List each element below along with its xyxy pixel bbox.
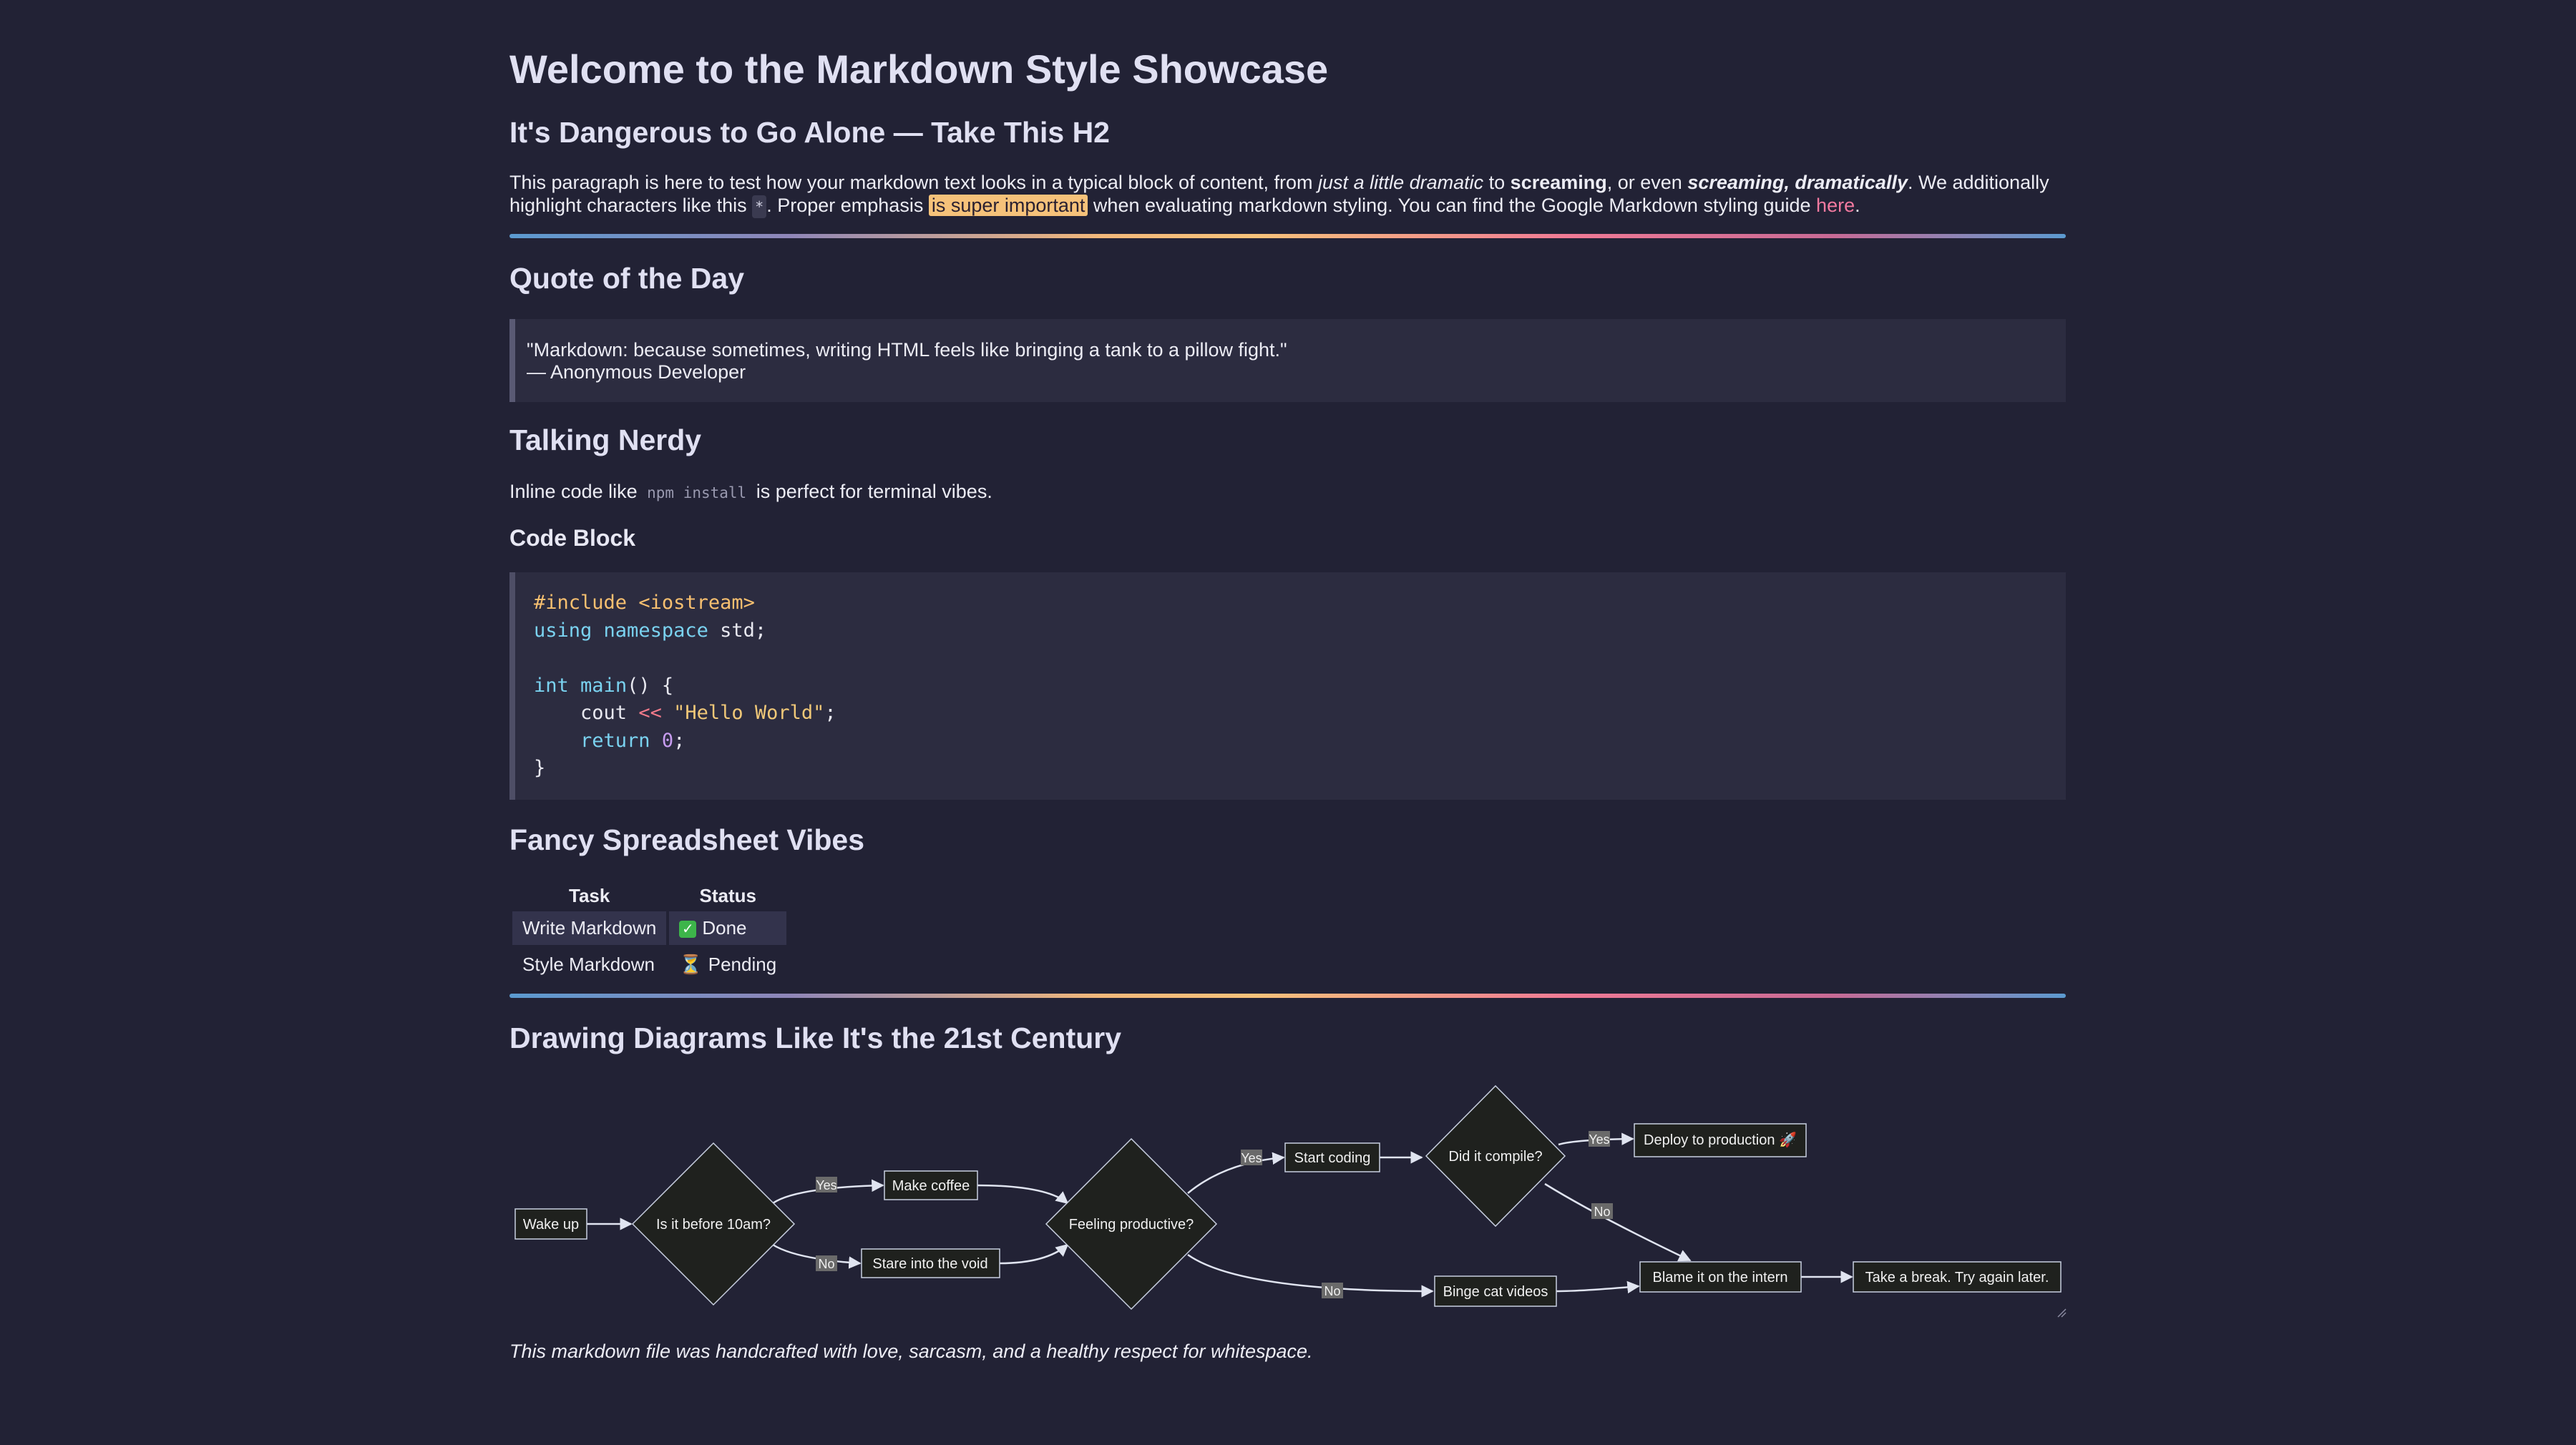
code-token: return	[580, 729, 650, 752]
highlighted-text: is super important	[928, 195, 1088, 216]
node-label: Did it compile?	[1448, 1149, 1542, 1165]
text-run: is perfect for terminal vibes.	[751, 481, 992, 502]
edge	[999, 1243, 1069, 1265]
status-cell: ⏳ Pending	[669, 948, 786, 981]
code-token: using	[534, 619, 592, 642]
code-token: std;	[708, 619, 767, 642]
edge-label-no: No	[818, 1257, 834, 1271]
edge	[1187, 1152, 1285, 1194]
code-token: 0	[661, 729, 674, 752]
column-header-status: Status	[699, 885, 756, 906]
quote-author: — Anonymous Developer	[527, 361, 746, 383]
italic-text: just a little dramatic	[1318, 172, 1484, 193]
table-row: Write Markdown ✓ Done	[512, 911, 787, 945]
table-row: Style Markdown ⏳ Pending	[512, 948, 786, 981]
code-token: main	[580, 674, 628, 697]
quote-text: "Markdown: because sometimes, writing HT…	[527, 339, 1287, 361]
kbd-character: *	[752, 195, 767, 218]
bold-italic-text: screaming, dramatically	[1687, 172, 1908, 193]
edge	[1555, 1280, 1640, 1294]
intro-heading: It's Dangerous to Go Alone — Take This H…	[509, 116, 1110, 149]
code-token: #include	[534, 592, 639, 614]
edge-label-no: No	[1594, 1205, 1610, 1219]
code-token: ;	[824, 702, 836, 724]
node-label: Deploy to production 🚀	[1644, 1131, 1797, 1148]
code-token: () {	[627, 674, 674, 697]
edge	[1187, 1253, 1434, 1298]
hourglass-icon: ⏳	[679, 954, 703, 975]
quote-heading: Quote of the Day	[509, 262, 745, 295]
edge-label-yes: Yes	[1589, 1132, 1609, 1147]
code-token: cout	[534, 702, 639, 724]
code-block-heading: Code Block	[509, 525, 636, 551]
code-token: <<	[638, 702, 662, 724]
page-title: Welcome to the Markdown Style Showcase	[509, 46, 1329, 92]
diagram-heading: Drawing Diagrams Like It's the 21st Cent…	[509, 1022, 1122, 1054]
text-run: . Proper emphasis	[766, 195, 929, 216]
intro-paragraph: This paragraph is here to test how your …	[509, 171, 2066, 218]
node-label: Stare into the void	[872, 1256, 987, 1272]
text-run: This paragraph is here to test how your …	[509, 172, 1319, 193]
resize-handle-icon[interactable]	[2057, 1308, 2067, 1318]
status-table: Task Status Write Markdown ✓ Done Style M…	[509, 881, 789, 984]
check-icon: ✓	[679, 921, 697, 939]
styling-guide-link[interactable]: here	[1816, 195, 1855, 216]
text-run: Inline code like	[509, 481, 643, 502]
gradient-divider	[509, 234, 2066, 238]
edge-label-yes: Yes	[816, 1178, 836, 1192]
bold-text: screaming	[1510, 172, 1607, 193]
nerdy-heading: Talking Nerdy	[509, 423, 702, 456]
task-cell: Style Markdown	[522, 954, 655, 975]
task-cell: Write Markdown	[512, 911, 667, 945]
code-block: #include <iostream> using namespace std;…	[509, 572, 2066, 800]
edge	[975, 1184, 1069, 1205]
text-run: , or even	[1606, 172, 1688, 193]
code-token: int	[534, 674, 569, 697]
edge	[1544, 1182, 1692, 1262]
node-label: Blame it on the intern	[1653, 1270, 1788, 1285]
code-token: <iostream>	[638, 592, 755, 614]
blockquote: "Markdown: because sometimes, writing HT…	[509, 319, 2066, 402]
table-heading: Fancy Spreadsheet Vibes	[509, 823, 865, 856]
status-cell: ✓ Done	[669, 911, 787, 945]
column-header-task: Task	[569, 885, 610, 906]
node-label: Binge cat videos	[1443, 1284, 1548, 1300]
flowchart-diagram: Yes No Yes No Yes No Wake up Is it befor…	[514, 1084, 2062, 1311]
text-run: .	[1855, 195, 1860, 216]
node-label: Feeling productive?	[1069, 1217, 1194, 1233]
node-label: Make coffee	[892, 1178, 970, 1194]
edge-label-yes: Yes	[1241, 1151, 1262, 1165]
code-token: ;	[673, 729, 686, 752]
edge-label-no: No	[1324, 1284, 1340, 1298]
footer-note: This markdown file was handcrafted with …	[509, 1341, 1313, 1362]
text-run: to	[1483, 172, 1511, 193]
code-token: namespace	[603, 619, 708, 642]
inline-code: npm install	[647, 484, 747, 501]
table-header-row: Task Status	[512, 883, 786, 908]
node-label: Wake up	[523, 1217, 579, 1233]
code-token: "Hello World"	[673, 702, 825, 724]
inline-code-paragraph: Inline code like npm install is perfect …	[509, 481, 992, 503]
node-label: Start coding	[1294, 1150, 1371, 1166]
node-label: Is it before 10am?	[656, 1217, 771, 1233]
text-run: when evaluating markdown styling. You ca…	[1088, 195, 1817, 216]
node-label: Take a break. Try again later.	[1865, 1270, 2049, 1285]
status-text: Pending	[708, 954, 777, 975]
status-text: Done	[702, 917, 747, 939]
code-token: }	[534, 757, 546, 779]
gradient-divider	[509, 994, 2066, 998]
